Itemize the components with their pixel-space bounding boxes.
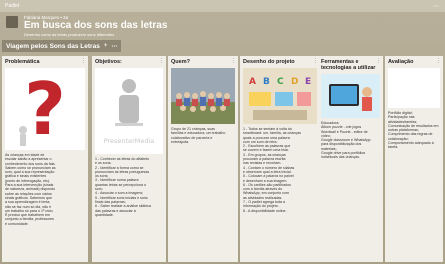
column-title: Objetivos:: [95, 59, 122, 65]
column-text: As crianças em idade de escolar sabão a …: [5, 153, 56, 226]
svg-text:C: C: [277, 77, 284, 87]
alphabet-activity-image[interactable]: AB CD E: [243, 68, 317, 124]
question-mark-image[interactable]: ?: [5, 68, 85, 150]
svg-text:B: B: [263, 77, 270, 87]
section-title: Viagem pelos Sons das Letras: [6, 42, 100, 50]
kids-tablet-image[interactable]: [321, 74, 380, 118]
blank-image: [388, 68, 440, 108]
tablet-icon: [321, 74, 380, 118]
column-desenho-projeto[interactable]: ⋮ Desenho do projeto AB CD E 1 - Todos s…: [240, 56, 320, 262]
column-text: 1 - Conhecer as letras do alfabeto e os …: [95, 157, 151, 217]
more-icon[interactable]: ⋮: [436, 58, 441, 64]
presenter-image[interactable]: PresenterMedia: [95, 68, 163, 154]
column-text: Grupo de 21 crianças, suas famílias e ed…: [171, 127, 226, 144]
more-icon[interactable]: ⋮: [376, 58, 381, 64]
more-icon[interactable]: ⋯: [433, 3, 439, 10]
svg-text:D: D: [291, 77, 298, 87]
column-title: Avaliação: [388, 59, 414, 65]
column-objetivos[interactable]: ⋮ Objetivos: PresenterMedia 1 - Conhecer…: [92, 56, 166, 262]
avatar[interactable]: [6, 16, 18, 28]
page-title: Em busca dos sons das letras: [24, 20, 168, 31]
app-topbar: Padlet ⋯: [0, 0, 445, 12]
column-text: Educadora; Álbum puzzle - crie jogos Wor…: [321, 121, 371, 160]
column-avaliacao[interactable]: ⋮ Avaliação Portfólio digital; Participa…: [385, 56, 443, 262]
alphabet-board-icon: AB CD E: [243, 68, 317, 124]
svg-text:?: ?: [24, 68, 66, 150]
column-quem[interactable]: ⋮ Quem? Grupo de 21 crianças, suas famíl…: [168, 56, 238, 262]
svg-text:PresenterMedia: PresenterMedia: [104, 137, 155, 145]
svg-text:E: E: [305, 77, 311, 87]
more-icon[interactable]: ⋮: [81, 58, 86, 64]
column-ferramentas[interactable]: ⋮ Ferramentas e tecnologias a utilizar E…: [318, 56, 383, 262]
app-label: Padlet: [5, 3, 20, 9]
board-subtitle: Desenho como as letras produzem sons dif…: [24, 32, 115, 37]
group-photo-icon: [171, 68, 235, 124]
question-mark-icon: ?: [5, 68, 85, 150]
svg-text:A: A: [249, 77, 256, 87]
more-icon[interactable]: ⋮: [159, 58, 164, 64]
more-icon[interactable]: ⋯: [111, 43, 117, 50]
column-title: Ferramentas e tecnologias a utilizar: [321, 59, 376, 71]
plus-icon[interactable]: +: [104, 43, 108, 49]
column-problematica[interactable]: ⋮ Problemática ? As crianças em idade de…: [2, 56, 88, 262]
column-text: 1 - Todos se sentam à volta do smartboar…: [243, 127, 301, 213]
column-title: Desenho do projeto: [243, 59, 295, 65]
class-photo[interactable]: [171, 68, 235, 124]
section-header[interactable]: Viagem pelos Sons das Letras + ⋯: [2, 40, 122, 52]
more-icon[interactable]: ⋮: [231, 58, 236, 64]
column-title: Problemática: [5, 59, 40, 65]
presenter-figure-icon: PresenterMedia: [104, 79, 155, 145]
column-text: Portfólio digital; Participação nas ativ…: [388, 111, 439, 150]
board-header: Fabiana Marques • 2a Em busca dos sons d…: [4, 14, 304, 37]
column-title: Quem?: [171, 59, 190, 65]
